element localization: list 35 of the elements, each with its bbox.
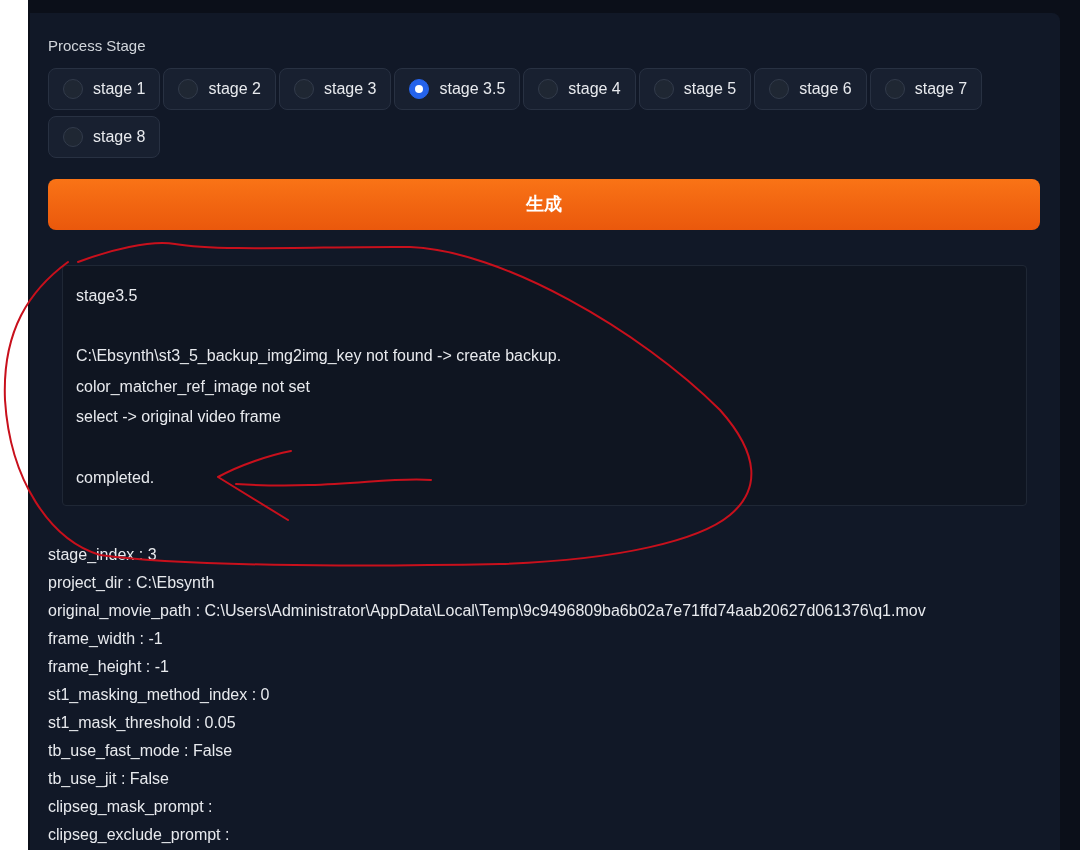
settings-line: project_dir : C:\Ebsynth (48, 573, 215, 593)
log-line: completed. (76, 467, 155, 488)
output-textbox[interactable]: stage3.5 C:\Ebsynth\st3_5_backup_img2img_key not found -> create backup. color_matcher_ref_image not set select -> original video frame completed. (62, 265, 1027, 506)
settings-line: clipseg_exclude_prompt : (48, 825, 230, 845)
radio-icon[interactable] (63, 127, 83, 147)
radio-icon[interactable] (769, 79, 790, 99)
log-line: color_matcher_ref_image not set (76, 376, 310, 397)
radio-icon[interactable] (293, 79, 314, 99)
settings-line: frame_height : -1 (48, 657, 169, 677)
settings-line: tb_use_fast_mode : False (48, 741, 233, 761)
radio-icon[interactable] (63, 79, 83, 99)
stage-radio-option[interactable]: stage 3.5 (394, 68, 521, 110)
radio-icon[interactable] (178, 79, 199, 99)
stage-radio-option[interactable]: stage 8 (48, 116, 161, 158)
stage-radio-option[interactable]: stage 7 (869, 68, 983, 110)
settings-line: st1_masking_method_index : 0 (48, 685, 270, 705)
settings-line: clipseg_mask_prompt : (48, 797, 213, 817)
radio-icon[interactable] (884, 79, 905, 99)
radio-icon[interactable] (538, 79, 559, 99)
stage-radio-option[interactable]: stage 6 (754, 68, 867, 110)
radio-icon[interactable] (409, 79, 430, 99)
settings-line: st1_mask_threshold : 0.05 (48, 713, 236, 733)
section-label: Process Stage (48, 37, 146, 55)
stage-radio-option[interactable]: stage 4 (523, 68, 636, 110)
radio-icon[interactable] (653, 79, 674, 99)
stage-radio-option[interactable]: stage 1 (48, 68, 161, 110)
stage-radio-option[interactable]: stage 3 (278, 68, 392, 110)
settings-line: tb_use_jit : False (48, 769, 169, 789)
log-line: C:\Ebsynth\st3_5_backup_img2img_key not found -> create backup. (76, 346, 562, 367)
stage-radio-option[interactable]: stage 2 (163, 68, 276, 110)
stage-radio-option[interactable]: stage 5 (638, 68, 752, 110)
settings-line: original_movie_path : C:\Users\Administrator\AppData\Local\Temp\9c9496809ba6b02a7e71ffd74aab20627d061376\q1.mov (48, 601, 926, 621)
settings-line: frame_width : -1 (48, 629, 163, 649)
log-line: select -> original video frame (76, 407, 281, 428)
log-line: stage3.5 (76, 286, 138, 306)
